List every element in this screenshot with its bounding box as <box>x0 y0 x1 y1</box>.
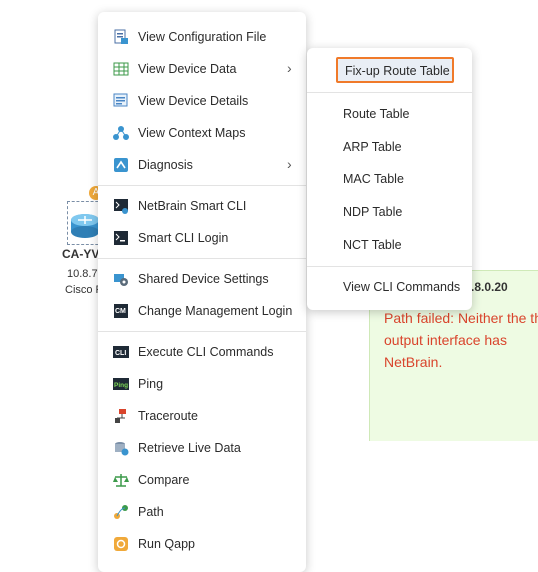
menu-item-view-configuration-file[interactable]: View Configuration File <box>98 22 306 52</box>
menu-item-label: NetBrain Smart CLI <box>138 199 247 213</box>
menu-item-view-context-maps[interactable]: View Context Maps <box>98 118 306 148</box>
device-data-submenu: Fix-up Route Table Route Table ARP Table… <box>307 48 472 310</box>
config-file-icon <box>113 29 129 45</box>
menu-item-retrieve-live-data[interactable]: Retrieve Live Data <box>98 433 306 463</box>
menu-item-smart-cli-login[interactable]: Smart CLI Login <box>98 223 306 253</box>
menu-divider <box>98 185 306 186</box>
menu-item-execute-cli-commands[interactable]: CLI Execute CLI Commands <box>98 337 306 367</box>
chevron-right-icon: › <box>287 156 292 172</box>
menu-item-change-management-login[interactable]: CM Change Management Login <box>98 296 306 326</box>
menu-divider <box>98 331 306 332</box>
shared-settings-icon <box>113 271 129 287</box>
submenu-item-label: Fix-up Route Table <box>345 64 450 78</box>
cm-icon-text: CM <box>115 308 126 315</box>
traceroute-icon <box>113 408 129 424</box>
path-error-message: Path failed: Neither the the output inte… <box>384 310 538 370</box>
menu-item-compare[interactable]: Compare <box>98 465 306 495</box>
change-management-icon: CM <box>113 303 129 319</box>
submenu-item-label: Route Table <box>343 107 410 121</box>
submenu-item-label: NCT Table <box>343 238 402 252</box>
menu-item-label: Retrieve Live Data <box>138 441 241 455</box>
submenu-item-arp-table[interactable]: ARP Table <box>307 133 472 161</box>
submenu-item-fix-up-route-table[interactable]: Fix-up Route Table <box>336 57 454 83</box>
chevron-right-icon: › <box>287 60 292 76</box>
router-icon <box>71 214 99 238</box>
submenu-item-ndp-table[interactable]: NDP Table <box>307 198 472 226</box>
menu-item-run-qapp[interactable]: Run Qapp <box>98 529 306 559</box>
cli-icon-text: CLI <box>115 350 126 357</box>
compare-scale-icon <box>113 472 129 488</box>
submenu-item-mac-table[interactable]: MAC Table <box>307 165 472 193</box>
device-details-icon <box>113 93 129 109</box>
menu-item-label: Traceroute <box>138 409 198 423</box>
menu-item-view-device-details[interactable]: View Device Details <box>98 86 306 116</box>
path-ip: .8.0.20 <box>471 280 508 294</box>
submenu-item-route-table[interactable]: Route Table <box>307 100 472 128</box>
ping-icon-text: Ping <box>114 382 128 389</box>
smart-cli-icon <box>113 198 129 214</box>
cli-icon: CLI <box>113 344 129 360</box>
device-context-menu: View Configuration File View Device Data… <box>98 12 306 572</box>
menu-item-ping[interactable]: Ping Ping <box>98 369 306 399</box>
menu-item-label: Execute CLI Commands <box>138 345 274 359</box>
submenu-divider <box>307 92 472 93</box>
menu-item-label: View Configuration File <box>138 30 267 44</box>
menu-item-label: Change Management Login <box>138 304 293 318</box>
menu-divider <box>98 258 306 259</box>
menu-item-label: Run Qapp <box>138 537 195 551</box>
menu-item-shared-device-settings[interactable]: Shared Device Settings <box>98 264 306 294</box>
path-icon <box>113 504 129 520</box>
table-grid-icon <box>113 61 129 77</box>
device-name: CA-YV <box>62 247 100 261</box>
menu-item-label: Smart CLI Login <box>138 231 229 245</box>
terminal-login-icon <box>113 230 129 246</box>
ping-icon: Ping <box>113 376 129 392</box>
menu-item-view-device-data[interactable]: View Device Data › <box>98 54 306 84</box>
menu-item-label: View Device Data <box>138 62 237 76</box>
menu-item-label: Compare <box>138 473 190 487</box>
menu-item-diagnosis[interactable]: Diagnosis › <box>98 150 306 180</box>
menu-item-traceroute[interactable]: Traceroute <box>98 401 306 431</box>
live-data-icon <box>113 440 129 456</box>
submenu-item-view-cli-commands[interactable]: View CLI Commands <box>307 273 472 301</box>
menu-item-path[interactable]: Path <box>98 497 306 527</box>
menu-item-label: View Device Details <box>138 94 249 108</box>
menu-item-label: Shared Device Settings <box>138 272 269 286</box>
menu-item-label: Ping <box>138 377 164 391</box>
submenu-item-label: View CLI Commands <box>343 280 461 294</box>
submenu-item-label: ARP Table <box>343 140 402 154</box>
submenu-item-label: NDP Table <box>343 205 403 219</box>
context-map-icon <box>113 125 129 141</box>
submenu-item-nct-table[interactable]: NCT Table <box>307 231 472 259</box>
submenu-item-label: MAC Table <box>343 172 404 186</box>
device-ip: 10.8.7 <box>67 268 98 280</box>
qapp-icon <box>113 536 129 552</box>
menu-item-label: Diagnosis <box>138 158 193 172</box>
menu-item-label: View Context Maps <box>138 126 246 140</box>
menu-item-label: Path <box>138 505 164 519</box>
menu-item-netbrain-smart-cli[interactable]: NetBrain Smart CLI <box>98 191 306 221</box>
submenu-divider <box>307 266 472 267</box>
diagnosis-icon <box>113 157 129 173</box>
